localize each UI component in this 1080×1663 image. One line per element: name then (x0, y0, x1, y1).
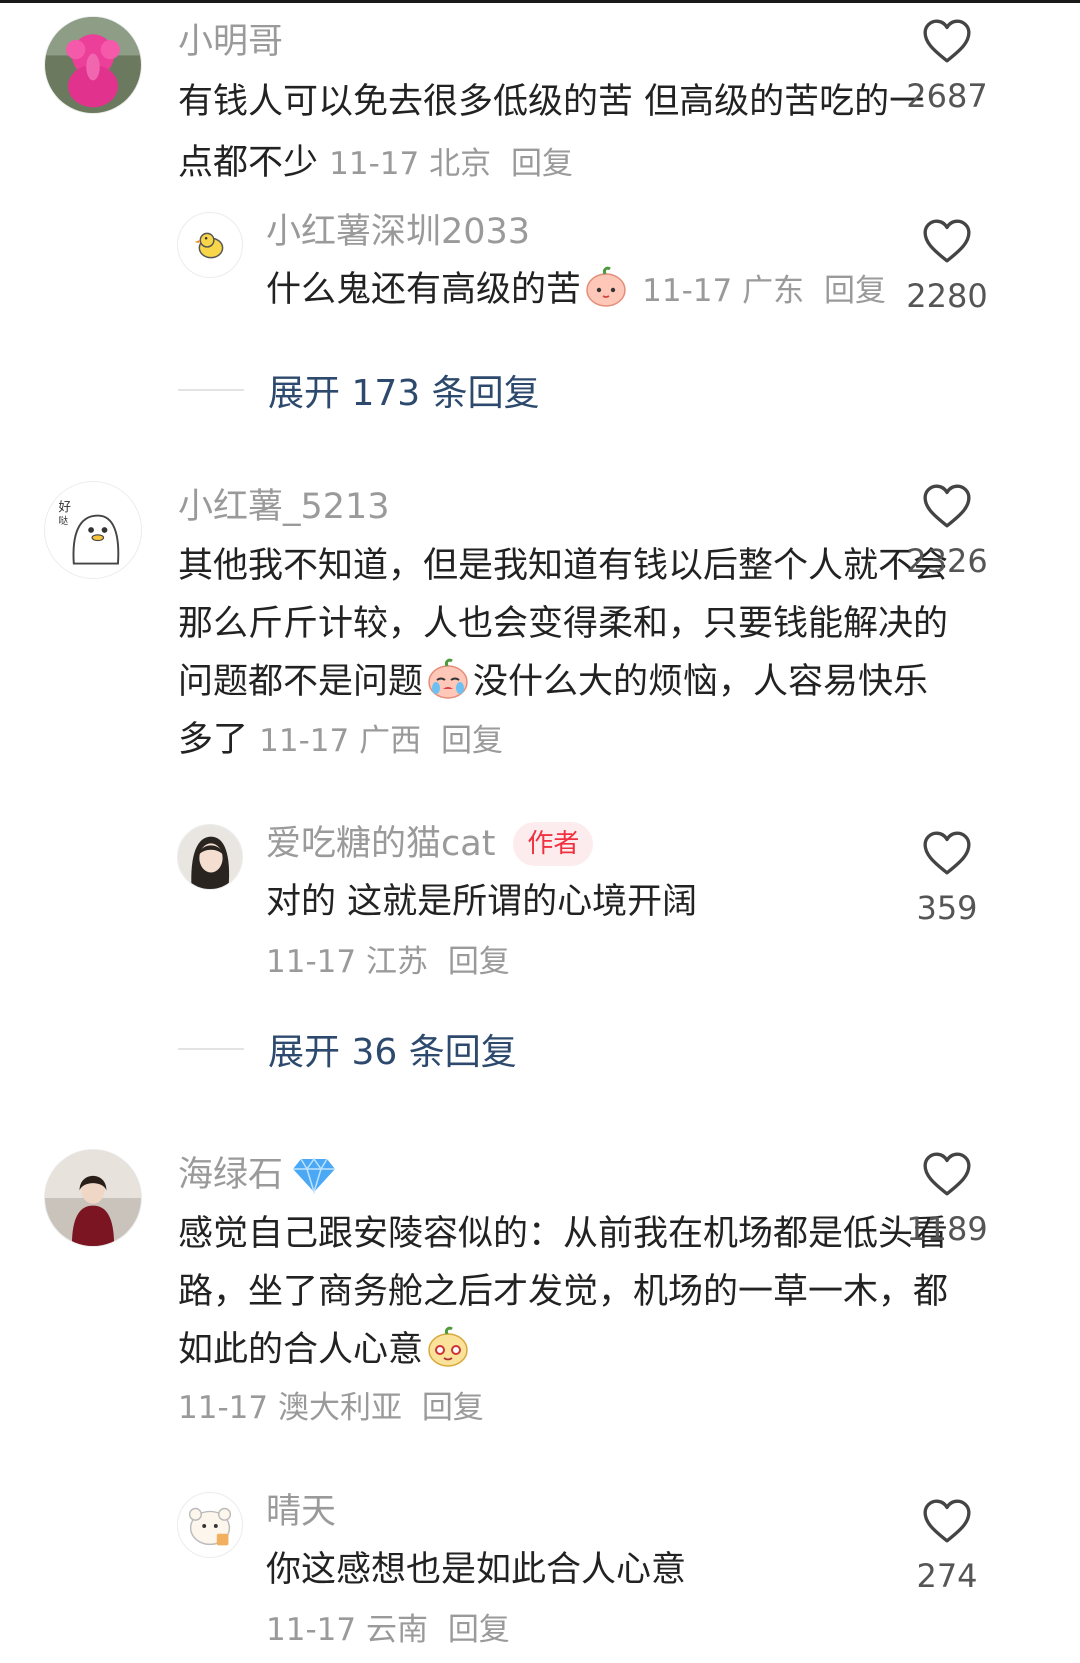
expand-replies-button[interactable]: 展开 36 条回复 (268, 1023, 517, 1075)
reply-item[interactable]: 小红薯深圳2033 什么鬼还有高级的苦 11-17 广东 回复 2280 (0, 200, 1080, 330)
expand-replies-row[interactable]: 展开 173 条回复 (178, 365, 540, 415)
reply-meta: 11-17 云南 回复 (266, 1600, 936, 1660)
reply-button[interactable]: 回复 (422, 1390, 484, 1426)
like-control[interactable]: 274 (892, 1498, 1002, 1596)
like-control[interactable]: 1189 (892, 1151, 1002, 1249)
comment-date: 11-17 (259, 723, 350, 759)
avatar[interactable] (44, 16, 142, 114)
like-count: 359 (916, 889, 978, 927)
reply-text: 对的 这就是所谓的心境开阔 (266, 882, 698, 922)
author-badge: 作者 (513, 822, 594, 866)
reply-item[interactable]: 爱吃糖的猫cat 作者 对的 这就是所谓的心境开阔 11-17 江苏 回复 35… (0, 812, 1080, 997)
heart-outline-icon[interactable] (922, 830, 972, 876)
avatar-pink-plush-image (45, 17, 141, 113)
comment-username[interactable]: 海绿石 (178, 1153, 337, 1197)
reply-date: 11-17 (266, 1612, 357, 1648)
comment-list: 小明哥 有钱人可以免去很多低级的苦 但高级的苦吃的一点都不少 11-17 北京 … (0, 0, 1080, 1663)
like-count: 2280 (906, 277, 988, 315)
reply-button[interactable]: 回复 (511, 146, 573, 182)
reply-username-text[interactable]: 爱吃糖的猫cat (266, 822, 495, 866)
avatar-cartoon-image: 好 哒 (45, 482, 141, 578)
reply-meta: 11-17 广东 回复 (642, 273, 886, 309)
like-count: 274 (916, 1557, 978, 1595)
reply-body: 你这感想也是如此合人心意 11-17 云南 回复 (266, 1540, 936, 1660)
avatar-photo-image (45, 1150, 141, 1246)
comment-location: 北京 (429, 146, 492, 182)
expand-replies-row[interactable]: 展开 36 条回复 (178, 1024, 517, 1074)
comment-body: 感觉自己跟安陵容似的：从前我在机场都是低头看路，坐了商务舱之后才发觉，机场的一草… (178, 1205, 948, 1437)
reply-date: 11-17 (642, 273, 733, 309)
reply-text: 你这感想也是如此合人心意 (266, 1550, 687, 1590)
reply-item[interactable]: 晴天 你这感想也是如此合人心意 11-17 云南 回复 274 (0, 1480, 1080, 1660)
svg-text:好: 好 (58, 499, 70, 514)
reply-location: 广东 (742, 273, 805, 309)
comment-meta: 11-17 北京 回复 (329, 146, 573, 182)
like-count: 1189 (906, 1210, 988, 1248)
comment-username-text[interactable]: 海绿石 (178, 1153, 283, 1197)
reply-meta: 11-17 江苏 回复 (266, 932, 936, 992)
comment-username[interactable]: 小红薯_5213 (178, 485, 390, 529)
avatar-cartoon-image (178, 1493, 242, 1557)
heart-outline-icon[interactable] (922, 1498, 972, 1544)
comment-item[interactable]: 海绿石 感觉自己跟安陵容似的：从前我在机场都是低头看路，坐了商务舱之后才发觉，机… (0, 1133, 1080, 1458)
expand-divider (178, 1048, 244, 1050)
heart-outline-icon[interactable] (922, 483, 972, 529)
like-count: 2687 (906, 77, 988, 115)
reply-location: 云南 (365, 1612, 428, 1648)
comment-date: 11-17 (178, 1390, 269, 1426)
heart-outline-icon[interactable] (922, 218, 972, 264)
diamond-icon (293, 1157, 336, 1194)
avatar[interactable] (44, 1149, 142, 1247)
reply-username[interactable]: 爱吃糖的猫cat 作者 (266, 822, 594, 866)
heart-outline-icon[interactable] (922, 1151, 972, 1197)
comment-date: 11-17 (329, 146, 420, 182)
reply-date: 11-17 (266, 944, 357, 980)
like-count: 2326 (906, 542, 988, 580)
reply-button[interactable]: 回复 (441, 723, 503, 759)
comment-meta: 11-17 广西 回复 (259, 723, 503, 759)
comment-item[interactable]: 小明哥 有钱人可以免去很多低级的苦 但高级的苦吃的一点都不少 11-17 北京 … (0, 0, 1080, 183)
reply-body: 对的 这就是所谓的心境开阔 11-17 江苏 回复 (266, 872, 936, 992)
reply-location: 江苏 (365, 944, 428, 980)
smug-face-emoji-icon (428, 1326, 468, 1367)
comment-body: 其他我不知道，但是我知道有钱以后整个人就不会那么斤斤计较，人也会变得柔和，只要钱… (178, 537, 948, 770)
reply-body: 什么鬼还有高级的苦 11-17 广东 回复 (266, 260, 936, 322)
avatar[interactable] (177, 212, 243, 278)
reply-button[interactable]: 回复 (824, 273, 886, 309)
comment-location: 广西 (359, 723, 422, 759)
peach-face-emoji-icon (586, 266, 626, 307)
svg-text:哒: 哒 (58, 515, 68, 527)
expand-divider (178, 389, 244, 391)
like-control[interactable]: 2687 (892, 18, 1002, 116)
reply-button[interactable]: 回复 (448, 944, 510, 980)
comment-text: 感觉自己跟安陵容似的：从前我在机场都是低头看路，坐了商务舱之后才发觉，机场的一草… (178, 1214, 949, 1370)
avatar[interactable] (177, 824, 243, 890)
reply-text: 什么鬼还有高级的苦 (266, 270, 582, 310)
comment-username[interactable]: 小明哥 (178, 20, 283, 64)
like-control[interactable]: 2326 (892, 483, 1002, 581)
like-control[interactable]: 359 (892, 830, 1002, 928)
expand-replies-button[interactable]: 展开 173 条回复 (268, 364, 540, 416)
reply-username[interactable]: 晴天 (266, 1490, 336, 1534)
like-control[interactable]: 2280 (892, 218, 1002, 316)
avatar[interactable] (177, 1492, 243, 1558)
avatar[interactable]: 好 哒 (44, 481, 142, 579)
comment-location: 澳大利亚 (277, 1390, 402, 1426)
heart-outline-icon[interactable] (922, 18, 972, 64)
crying-peach-emoji-icon (428, 658, 468, 699)
reply-username[interactable]: 小红薯深圳2033 (266, 210, 530, 254)
comment-meta: 11-17 澳大利亚 回复 (178, 1379, 948, 1437)
comment-item[interactable]: 好 哒 小红薯_5213 其他我不知道，但是我知道有钱以后整个人就不会那么斤斤计… (0, 465, 1080, 780)
reply-button[interactable]: 回复 (448, 1612, 510, 1648)
avatar-duck-image (178, 213, 242, 277)
avatar-photo-image (178, 825, 242, 889)
comment-body: 有钱人可以免去很多低级的苦 但高级的苦吃的一点都不少 11-17 北京 回复 (178, 72, 948, 195)
